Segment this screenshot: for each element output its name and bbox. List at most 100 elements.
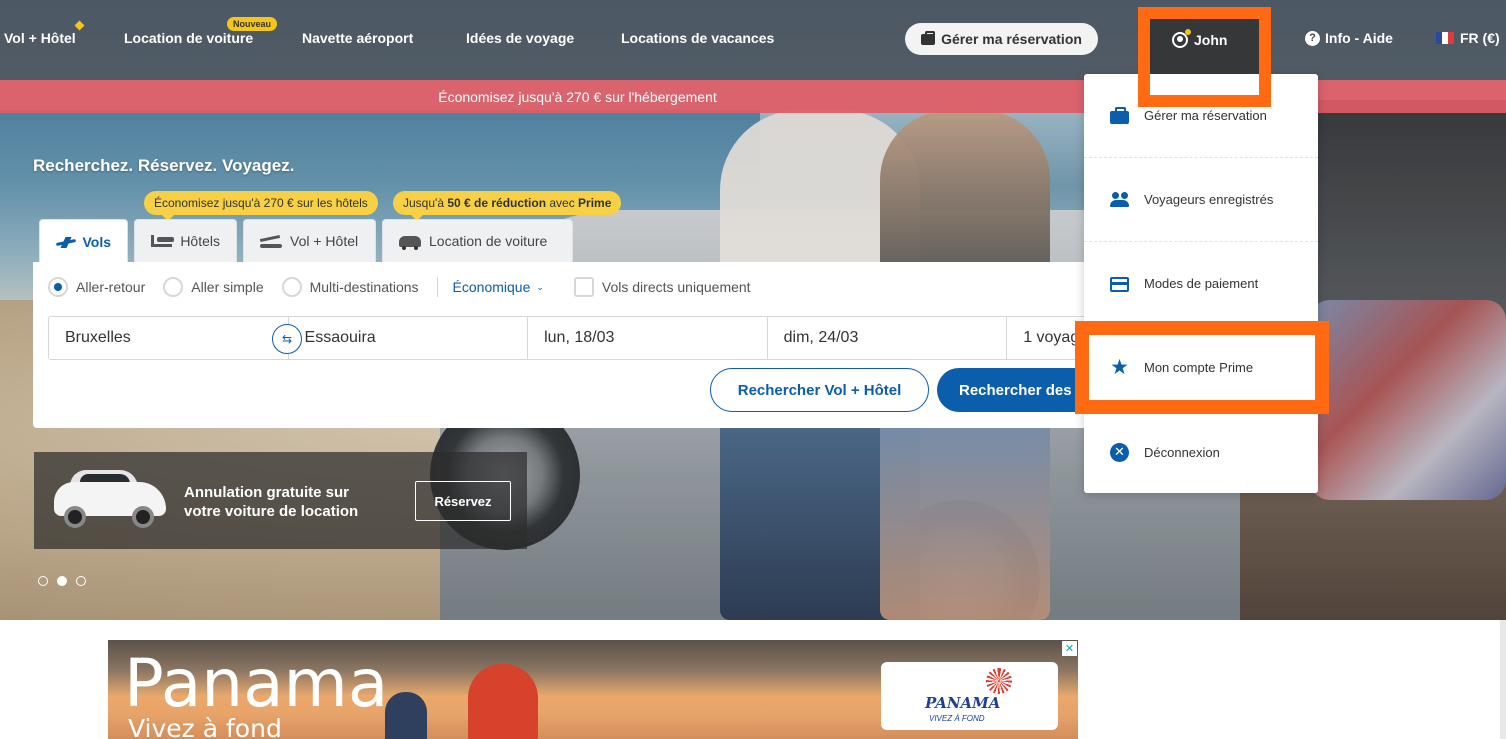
tab-car-rental-label: Location de voiture bbox=[429, 233, 548, 249]
language-selector[interactable]: FR (€) bbox=[1436, 30, 1500, 46]
radio-circle bbox=[281, 277, 302, 297]
depart-date-field[interactable]: lun, 18/03 bbox=[528, 317, 768, 359]
page-edge bbox=[1500, 620, 1506, 739]
top-navigation: Vol + Hôtel Location de voiture Nouveau … bbox=[0, 0, 1506, 80]
users-icon bbox=[1110, 190, 1129, 209]
radio-circle bbox=[163, 277, 184, 297]
cabin-class-select[interactable]: Économique ⌄ bbox=[453, 279, 544, 295]
ad-title: Panama bbox=[124, 645, 389, 722]
question-icon: ? bbox=[1305, 30, 1320, 46]
carousel-dots bbox=[38, 576, 86, 586]
radio-one-way-label: Aller simple bbox=[191, 279, 264, 295]
origin-field[interactable]: Bruxelles bbox=[49, 317, 289, 359]
tab-hotels[interactable]: Hôtels bbox=[134, 219, 237, 262]
search-flight-hotel-button[interactable]: Rechercher Vol + Hôtel bbox=[710, 368, 929, 412]
prime-discount-tip: Jusqu'à 50 € de réduction avec Prime bbox=[393, 191, 622, 221]
car-wheel bbox=[64, 506, 86, 528]
french-flag-icon bbox=[1436, 32, 1454, 44]
tab-flights-label: Vols bbox=[82, 234, 111, 250]
carousel-dot-3[interactable] bbox=[76, 576, 86, 586]
briefcase-icon bbox=[1110, 107, 1129, 124]
menu-item-prime-account[interactable]: ★ Mon compte Prime bbox=[1084, 326, 1318, 410]
ad-logo-subtext: VIVEZ À FOND bbox=[929, 714, 985, 723]
prime-tip-amount: 50 € de réduction bbox=[447, 196, 547, 210]
help-label: Info - Aide bbox=[1325, 30, 1393, 46]
ad-hiker-2 bbox=[468, 664, 538, 739]
menu-item-label: Voyageurs enregistrés bbox=[1144, 192, 1274, 207]
direct-flights-label: Vols directs uniquement bbox=[601, 279, 751, 295]
radio-round-trip-label: Aller-retour bbox=[76, 279, 146, 295]
return-date-field[interactable]: dim, 24/03 bbox=[768, 317, 1008, 359]
flight-hotel-icon bbox=[260, 234, 282, 248]
menu-item-label: Mon compte Prime bbox=[1144, 360, 1254, 375]
menu-item-payment-methods[interactable]: Modes de paiement bbox=[1084, 242, 1318, 326]
tab-flight-hotel-label: Vol + Hôtel bbox=[290, 233, 359, 249]
user-dropdown-menu: Gérer ma réservation Voyageurs enregistr… bbox=[1084, 66, 1318, 494]
nav-airport-shuttle[interactable]: Navette aéroport bbox=[302, 30, 413, 46]
radio-round-trip[interactable]: Aller-retour bbox=[48, 277, 145, 297]
nav-vacation-rentals[interactable]: Locations de vacances bbox=[621, 30, 774, 46]
ad-hiker-1 bbox=[385, 692, 427, 739]
user-avatar-icon bbox=[1172, 29, 1191, 48]
tab-hotels-label: Hôtels bbox=[180, 233, 220, 249]
flight-search-panel: Aller-retour Aller simple Multi-destinat… bbox=[33, 262, 1117, 428]
reserve-button[interactable]: Réservez bbox=[415, 481, 511, 521]
manage-booking-button[interactable]: Gérer ma réservation bbox=[905, 23, 1098, 55]
car-image bbox=[50, 466, 170, 528]
cabin-class-value: Économique bbox=[452, 279, 531, 295]
prime-tip-brand: Prime bbox=[578, 196, 612, 210]
radio-multi-city-label: Multi-destinations bbox=[309, 279, 419, 295]
nav-travel-ideas[interactable]: Idées de voyage bbox=[466, 30, 574, 46]
new-indicator-dot bbox=[74, 20, 85, 31]
tab-flights[interactable]: Vols bbox=[39, 219, 128, 264]
ad-choices-icon[interactable]: ✕ bbox=[1062, 641, 1077, 656]
credit-card-icon bbox=[1110, 277, 1129, 292]
user-name: John bbox=[1194, 32, 1228, 48]
hero-title: Recherchez. Réservez. Voyagez. bbox=[33, 156, 295, 175]
car-wheel bbox=[132, 506, 154, 528]
carousel-dot-2[interactable] bbox=[57, 576, 67, 586]
nav-car-rental[interactable]: Location de voiture bbox=[124, 30, 253, 46]
language-label: FR (€) bbox=[1460, 30, 1500, 46]
radio-one-way[interactable]: Aller simple bbox=[163, 277, 264, 297]
menu-item-manage-booking[interactable]: Gérer ma réservation bbox=[1084, 74, 1318, 158]
checkbox-box bbox=[573, 277, 594, 297]
prime-tip-mid: avec bbox=[546, 196, 579, 210]
car-promo-line2: votre voiture de location bbox=[184, 503, 359, 520]
menu-item-logout[interactable]: ✕ Déconnexion bbox=[1084, 410, 1318, 494]
prime-tip-prefix: Jusqu'à bbox=[403, 196, 448, 210]
carousel-dot-1[interactable] bbox=[38, 576, 48, 586]
radio-multi-city[interactable]: Multi-destinations bbox=[281, 277, 419, 297]
menu-item-label: Modes de paiement bbox=[1144, 276, 1259, 291]
user-menu-button[interactable]: John bbox=[1172, 29, 1228, 48]
ad-subtitle: Vivez à fond bbox=[128, 714, 282, 739]
new-badge: Nouveau bbox=[227, 17, 278, 31]
tab-car-rental[interactable]: Location de voiture bbox=[382, 219, 573, 262]
manage-booking-label: Gérer ma réservation bbox=[941, 31, 1082, 47]
car-promo-text: Annulation gratuite sur votre voiture de… bbox=[184, 483, 358, 521]
plane-icon bbox=[56, 237, 74, 247]
menu-item-label: Déconnexion bbox=[1144, 444, 1220, 460]
sun-burst-icon bbox=[986, 668, 1012, 694]
close-circle-icon: ✕ bbox=[1110, 442, 1129, 462]
ad-logo-text: PANAMA bbox=[925, 694, 1001, 712]
briefcase-icon bbox=[921, 30, 936, 45]
panama-ad-banner[interactable]: Panama Vivez à fond PANAMA VIVEZ À FOND bbox=[108, 640, 1078, 739]
divider bbox=[436, 277, 438, 297]
hotel-savings-tip: Économisez jusqu'à 270 € sur les hôtels bbox=[144, 191, 378, 221]
help-link[interactable]: ? Info - Aide bbox=[1305, 30, 1393, 46]
car-icon bbox=[399, 235, 421, 250]
destination-field[interactable]: Essaouira bbox=[289, 317, 529, 359]
chevron-down-icon: ⌄ bbox=[536, 281, 544, 292]
nav-flight-hotel[interactable]: Vol + Hôtel bbox=[4, 30, 76, 46]
trip-type-row: Aller-retour Aller simple Multi-destinat… bbox=[48, 277, 751, 297]
tab-flight-hotel[interactable]: Vol + Hôtel bbox=[243, 219, 376, 262]
menu-item-saved-travellers[interactable]: Voyageurs enregistrés bbox=[1084, 158, 1318, 242]
promo-banner-text: Économisez jusqu'à 270 € sur l'hébergeme… bbox=[438, 89, 717, 105]
car-promo-line1: Annulation gratuite sur bbox=[184, 484, 349, 501]
swap-icon[interactable]: ⇆ bbox=[272, 324, 302, 354]
panama-logo: PANAMA VIVEZ À FOND bbox=[881, 662, 1058, 730]
radio-circle bbox=[48, 277, 68, 297]
direct-flights-checkbox[interactable]: Vols directs uniquement bbox=[573, 277, 751, 297]
bed-icon bbox=[151, 235, 175, 247]
